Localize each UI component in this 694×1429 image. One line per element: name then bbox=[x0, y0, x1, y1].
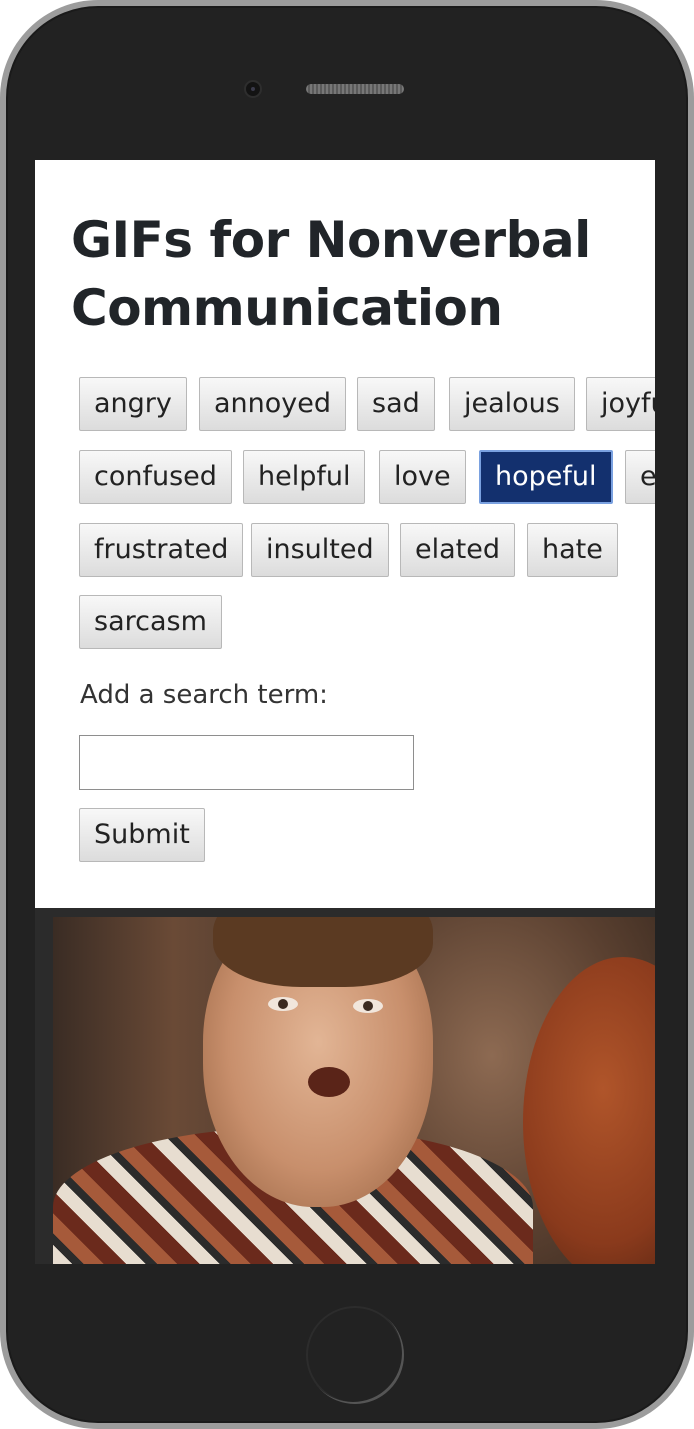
tag-hopeful[interactable]: hopeful bbox=[479, 450, 613, 504]
gif-right-eye bbox=[353, 999, 383, 1013]
camera-icon bbox=[244, 80, 262, 98]
search-input[interactable] bbox=[79, 735, 414, 790]
tag-sad[interactable]: sad bbox=[357, 377, 435, 431]
submit-button[interactable]: Submit bbox=[79, 808, 205, 862]
tag-sarcasm[interactable]: sarcasm bbox=[79, 595, 222, 649]
tag-annoyed[interactable]: annoyed bbox=[199, 377, 347, 431]
phone-frame: GIFs for Nonverbal Communication angry a… bbox=[0, 0, 694, 1429]
home-button[interactable] bbox=[306, 1306, 404, 1404]
gif-left-eye bbox=[268, 997, 298, 1011]
tag-elated[interactable]: elated bbox=[400, 523, 515, 577]
tag-hate[interactable]: hate bbox=[527, 523, 618, 577]
tag-joyful[interactable]: joyful bbox=[586, 377, 655, 431]
page-content: GIFs for Nonverbal Communication angry a… bbox=[35, 160, 655, 908]
gif-mouth bbox=[308, 1067, 350, 1097]
gif-image bbox=[53, 917, 655, 1264]
speaker-grille bbox=[306, 84, 404, 94]
tag-insulted[interactable]: insulted bbox=[251, 523, 389, 577]
tag-jealous[interactable]: jealous bbox=[449, 377, 575, 431]
gif-hair bbox=[213, 917, 433, 987]
tag-helpful[interactable]: helpful bbox=[243, 450, 366, 504]
phone-screen: GIFs for Nonverbal Communication angry a… bbox=[35, 160, 655, 1264]
tag-love[interactable]: love bbox=[379, 450, 466, 504]
page-title: GIFs for Nonverbal Communication bbox=[71, 211, 591, 337]
tag-confused[interactable]: confused bbox=[79, 450, 232, 504]
search-term-label: Add a search term: bbox=[80, 680, 328, 710]
tag-angry[interactable]: angry bbox=[79, 377, 187, 431]
tag-frustrated[interactable]: frustrated bbox=[79, 523, 244, 577]
tag-e[interactable]: e bbox=[625, 450, 655, 504]
